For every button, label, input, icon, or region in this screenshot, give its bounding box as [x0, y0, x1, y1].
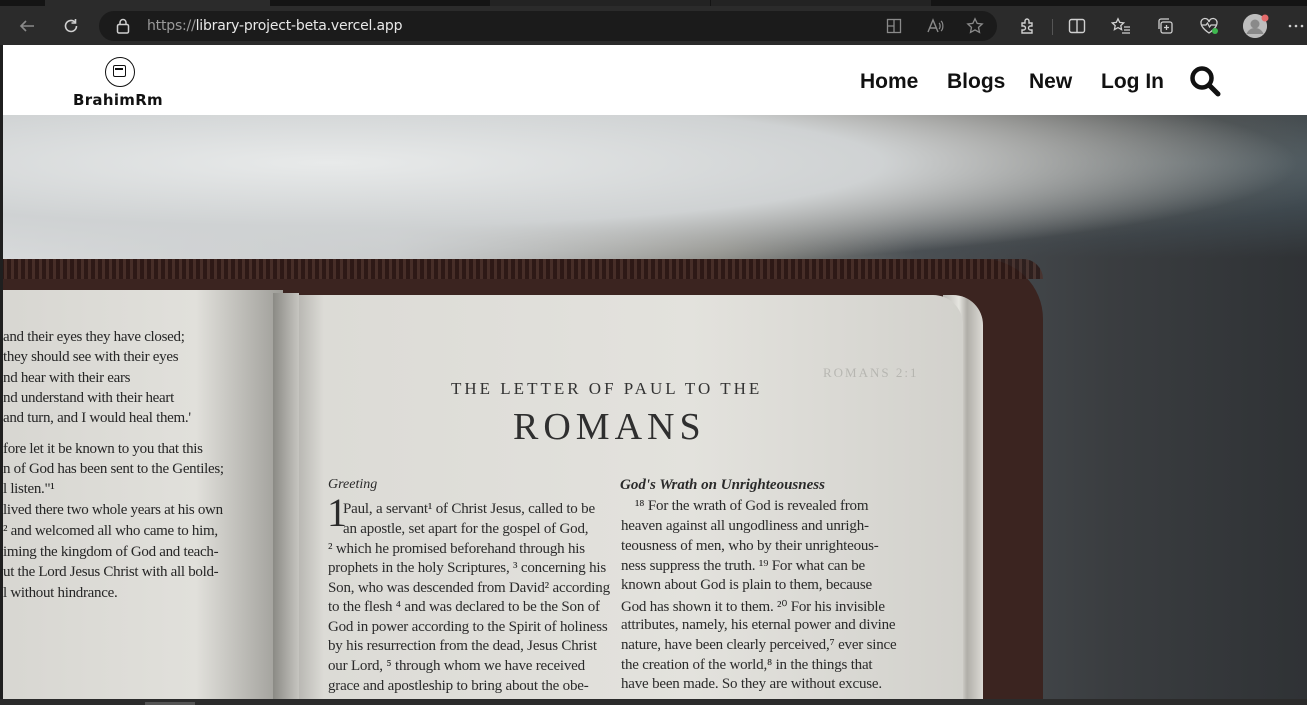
hero-image: and their eyes they have closed; they sh…	[3, 115, 1307, 699]
web-page: BrahimRm Home Blogs New Log In and their…	[3, 45, 1307, 699]
faint-running-header: ROMANS 2:1	[823, 365, 919, 380]
favorites-button[interactable]	[1107, 12, 1135, 40]
reload-icon	[64, 19, 78, 33]
toolbar-divider	[1052, 19, 1053, 35]
nav-blogs-link[interactable]: Blogs	[947, 70, 1005, 94]
book-cover-stitching	[3, 259, 1043, 279]
back-button[interactable]	[13, 12, 41, 40]
search-icon[interactable]	[1189, 65, 1221, 97]
logo-text: BrahimRm	[73, 91, 163, 109]
hero-blurred-background	[3, 115, 1307, 275]
split-screen-icon	[1068, 18, 1086, 34]
browser-toolbar: https://library-project-beta.vercel.app	[0, 6, 1307, 45]
back-arrow-icon	[19, 20, 34, 32]
read-aloud-icon[interactable]	[924, 15, 946, 37]
app-available-icon[interactable]	[883, 15, 905, 37]
collections-icon	[1158, 18, 1173, 34]
book-header: THE LETTER OF PAUL TO THE	[451, 379, 763, 398]
logo-icon	[105, 57, 135, 87]
ellipsis-icon	[1288, 24, 1304, 28]
lock-icon[interactable]	[116, 18, 130, 34]
favorite-star-icon[interactable]	[964, 15, 986, 37]
address-bar[interactable]: https://library-project-beta.vercel.app	[99, 11, 997, 41]
nav-login-link[interactable]: Log In	[1101, 70, 1164, 94]
favorites-list-icon	[1111, 17, 1130, 34]
heart-pulse-icon	[1200, 17, 1218, 34]
browser-essentials-button[interactable]	[1195, 12, 1223, 40]
notification-dot-icon	[1261, 14, 1269, 22]
nav-new-link[interactable]: New	[1029, 70, 1072, 94]
collections-button[interactable]	[1151, 12, 1179, 40]
split-screen-button[interactable]	[1063, 12, 1091, 40]
book-title: ROMANS	[513, 406, 706, 448]
reload-button[interactable]	[57, 12, 85, 40]
book-gutter	[273, 293, 299, 699]
site-navbar: BrahimRm Home Blogs New Log In	[3, 45, 1307, 115]
puzzle-icon	[1021, 18, 1033, 34]
url-text[interactable]: https://library-project-beta.vercel.app	[147, 18, 402, 34]
site-logo[interactable]: BrahimRm	[73, 57, 168, 111]
extensions-button[interactable]	[1014, 12, 1042, 40]
bottom-scroll-strip	[0, 699, 1307, 705]
more-menu-button[interactable]	[1286, 12, 1306, 40]
nav-home-link[interactable]: Home	[860, 70, 918, 94]
section-heading-wrath: God's Wrath on Unrighteousness	[620, 477, 825, 493]
